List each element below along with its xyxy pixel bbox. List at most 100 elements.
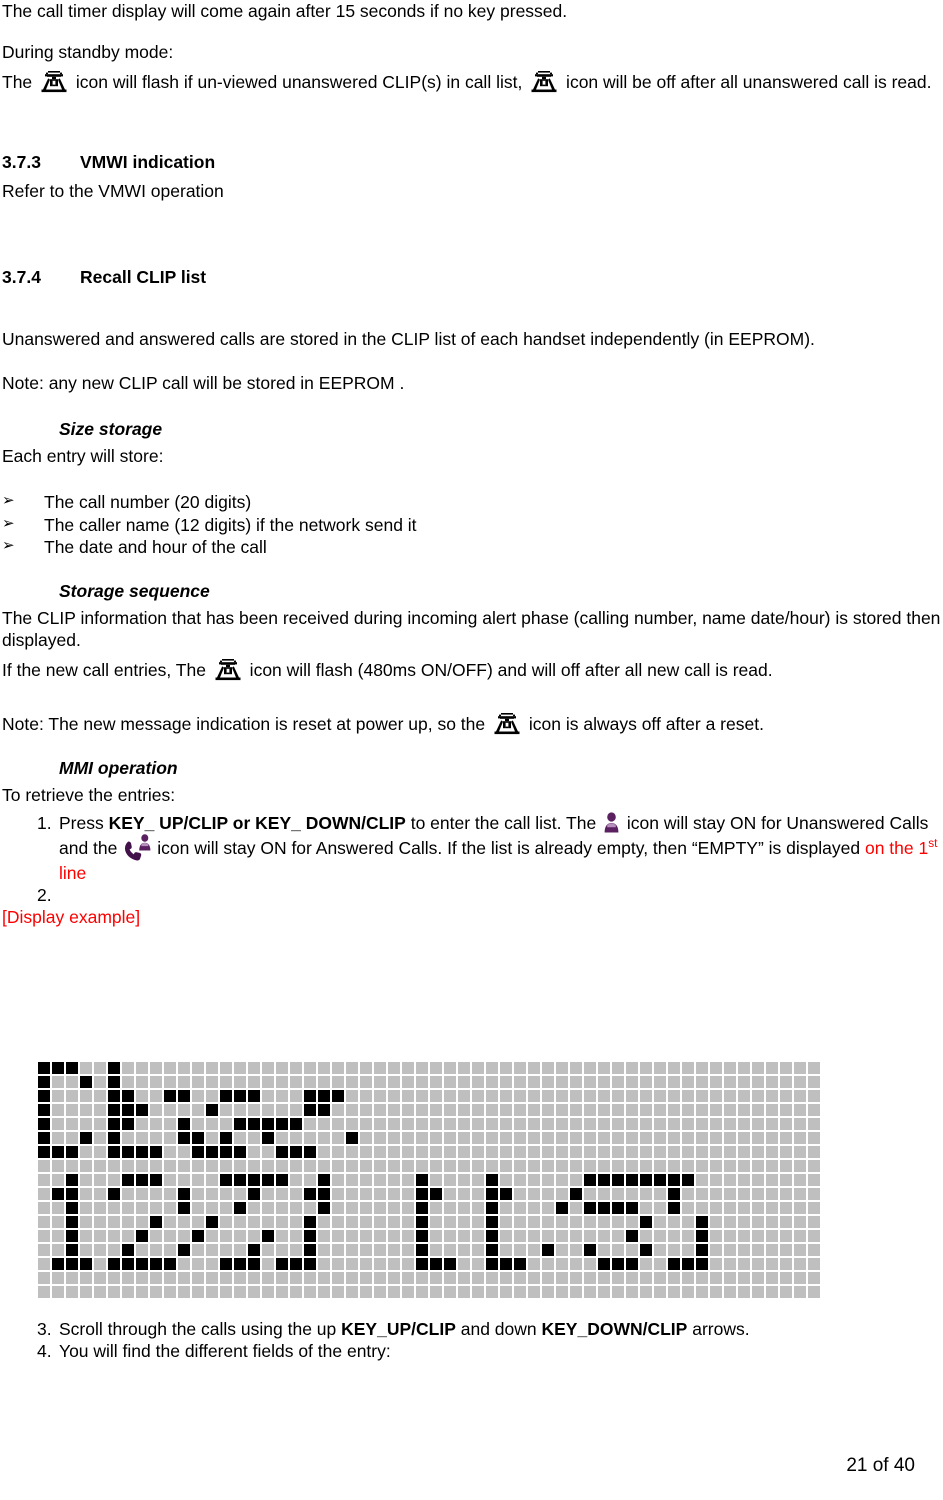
lcd-pixel: [682, 1188, 694, 1200]
lcd-pixel: [164, 1258, 176, 1270]
lcd-pixel: [80, 1286, 92, 1298]
step1-red-a: on the 1: [864, 837, 929, 858]
lcd-pixel: [318, 1230, 330, 1242]
lcd-pixel: [780, 1286, 792, 1298]
lcd-pixel: [234, 1118, 246, 1130]
lcd-pixel: [52, 1174, 64, 1186]
lcd-pixel: [738, 1062, 750, 1074]
lcd-pixel: [738, 1174, 750, 1186]
lcd-pixel: [220, 1258, 232, 1270]
lcd-pixel: [234, 1230, 246, 1242]
lcd-pixel: [52, 1272, 64, 1284]
paragraph-unanswered-stored: Unanswered and answered calls are stored…: [2, 329, 815, 350]
lcd-pixel: [402, 1230, 414, 1242]
lcd-pixel: [626, 1286, 638, 1298]
lcd-pixel: [528, 1132, 540, 1144]
lcd-pixel: [444, 1146, 456, 1158]
lcd-pixel: [444, 1104, 456, 1116]
lcd-pixel: [612, 1118, 624, 1130]
lcd-pixel: [500, 1202, 512, 1214]
lcd-pixel: [276, 1230, 288, 1242]
lcd-pixel: [52, 1244, 64, 1256]
lcd-pixel: [304, 1230, 316, 1242]
lcd-pixel: [332, 1272, 344, 1284]
lcd-pixel: [150, 1230, 162, 1242]
lcd-pixel: [626, 1258, 638, 1270]
lcd-pixel: [458, 1076, 470, 1088]
lcd-pixel: [500, 1076, 512, 1088]
lcd-pixel: [766, 1202, 778, 1214]
lcd-pixel: [164, 1216, 176, 1228]
lcd-pixel: [668, 1146, 680, 1158]
lcd-pixel: [570, 1104, 582, 1116]
list-item-label: The caller name (12 digits) if the netwo…: [44, 514, 417, 535]
lcd-pixel: [780, 1244, 792, 1256]
lcd-pixel: [780, 1090, 792, 1102]
lcd-pixel: [542, 1216, 554, 1228]
lcd-pixel: [766, 1132, 778, 1144]
lcd-pixel: [556, 1118, 568, 1130]
lcd-pixel: [136, 1118, 148, 1130]
lcd-pixel: [234, 1286, 246, 1298]
lcd-pixel: [766, 1090, 778, 1102]
lcd-pixel: [752, 1132, 764, 1144]
lcd-pixel: [416, 1118, 428, 1130]
lcd-pixel: [738, 1286, 750, 1298]
lcd-pixel: [542, 1188, 554, 1200]
lcd-pixel: [192, 1076, 204, 1088]
lcd-pixel: [780, 1132, 792, 1144]
lcd-pixel: [206, 1244, 218, 1256]
lcd-pixel: [220, 1146, 232, 1158]
lcd-pixel: [794, 1188, 806, 1200]
lcd-pixel: [500, 1188, 512, 1200]
lcd-pixel: [416, 1272, 428, 1284]
lcd-pixel: [388, 1160, 400, 1172]
lcd-pixel: [640, 1174, 652, 1186]
lcd-pixel: [668, 1076, 680, 1088]
lcd-pixel: [696, 1286, 708, 1298]
lcd-pixel: [388, 1104, 400, 1116]
lcd-pixel: [416, 1286, 428, 1298]
step-index: 3.: [37, 1319, 52, 1339]
list-item-step-4: 4. You will find the different fields of…: [2, 1340, 943, 1362]
paragraph-standby-label: During standby mode:: [2, 42, 174, 63]
lcd-pixel: [416, 1076, 428, 1088]
lcd-pixel: [724, 1272, 736, 1284]
lcd-pixel: [360, 1160, 372, 1172]
lcd-pixel: [710, 1104, 722, 1116]
lcd-pixel: [108, 1076, 120, 1088]
lcd-pixel: [178, 1244, 190, 1256]
lcd-pixel: [752, 1244, 764, 1256]
lcd-pixel: [416, 1230, 428, 1242]
lcd-pixel: [52, 1202, 64, 1214]
lcd-pixel: [626, 1202, 638, 1214]
lcd-pixel: [766, 1160, 778, 1172]
lcd-pixel: [528, 1216, 540, 1228]
heading-title: Recall CLIP list: [80, 267, 207, 288]
lcd-pixel: [668, 1216, 680, 1228]
lcd-pixel: [682, 1202, 694, 1214]
lcd-pixel: [430, 1230, 442, 1242]
lcd-pixel: [360, 1286, 372, 1298]
lcd-pixel: [94, 1160, 106, 1172]
lcd-pixel: [276, 1076, 288, 1088]
lcd-pixel: [52, 1230, 64, 1242]
lcd-pixel: [80, 1062, 92, 1074]
lcd-pixel: [304, 1104, 316, 1116]
lcd-pixel: [220, 1090, 232, 1102]
lcd-pixel: [248, 1132, 260, 1144]
lcd-pixel: [388, 1146, 400, 1158]
new-call-text-a: If the new call entries, The: [2, 659, 211, 680]
lcd-pixel: [66, 1286, 78, 1298]
lcd-pixel: [780, 1174, 792, 1186]
lcd-pixel: [766, 1216, 778, 1228]
lcd-pixel: [570, 1230, 582, 1242]
lcd-pixel: [458, 1090, 470, 1102]
lcd-pixel: [80, 1202, 92, 1214]
lcd-pixel: [136, 1230, 148, 1242]
lcd-pixel: [752, 1258, 764, 1270]
step-content: Scroll through the calls using the up KE…: [59, 1318, 943, 1340]
lcd-pixel: [248, 1272, 260, 1284]
